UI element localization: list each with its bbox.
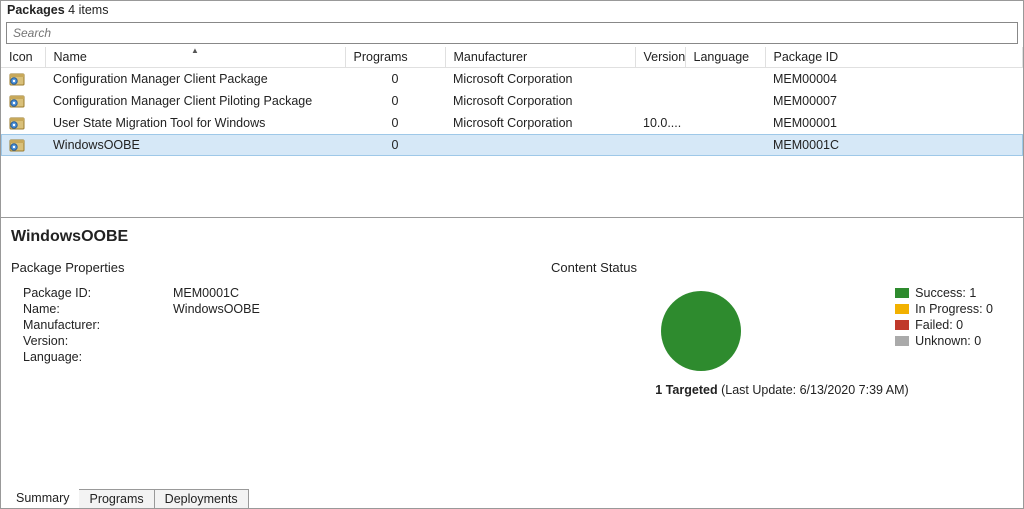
prop-name-value: WindowsOOBE — [173, 302, 260, 316]
targeted-update: (Last Update: 6/13/2020 7:39 AM) — [721, 383, 909, 397]
sort-asc-icon: ▲ — [191, 47, 199, 55]
targeted-count: 1 Targeted — [655, 383, 717, 397]
table-row[interactable]: WindowsOOBE0 MEM0001C — [1, 134, 1023, 156]
cell-name: User State Migration Tool for Windows — [45, 112, 345, 134]
swatch-failed-icon — [895, 320, 909, 330]
cell-version — [635, 90, 685, 112]
swatch-success-icon — [895, 288, 909, 298]
cell-version: 10.0.... — [635, 112, 685, 134]
cell-name: WindowsOOBE — [45, 134, 345, 156]
col-version[interactable]: Version — [635, 47, 685, 68]
cell-version — [635, 134, 685, 156]
col-package-id[interactable]: Package ID — [765, 47, 1023, 68]
cell-language — [685, 90, 765, 112]
list-header: Packages 4 items — [1, 1, 1023, 19]
package-icon — [9, 71, 25, 85]
col-language[interactable]: Language — [685, 47, 765, 68]
prop-package-id-label: Package ID: — [23, 286, 173, 300]
col-icon[interactable]: Icon — [1, 47, 45, 68]
tab-summary[interactable]: Summary — [6, 488, 79, 508]
content-status-pie-chart — [661, 291, 741, 371]
cell-name: Configuration Manager Client Package — [45, 68, 345, 91]
table-row[interactable]: User State Migration Tool for Windows0Mi… — [1, 112, 1023, 134]
prop-language-label: Language: — [23, 350, 173, 364]
cell-programs: 0 — [345, 112, 445, 134]
legend-unknown: Unknown: 0 — [915, 334, 981, 348]
cell-programs: 0 — [345, 90, 445, 112]
prop-manufacturer-label: Manufacturer: — [23, 318, 173, 332]
cell-package-id: MEM00001 — [765, 112, 1023, 134]
list-count: 4 items — [68, 3, 108, 17]
cell-manufacturer: Microsoft Corporation — [445, 112, 635, 134]
prop-name-label: Name: — [23, 302, 173, 316]
cell-manufacturer — [445, 134, 635, 156]
package-icon — [9, 137, 25, 151]
cell-name: Configuration Manager Client Piloting Pa… — [45, 90, 345, 112]
table-row[interactable]: Configuration Manager Client Piloting Pa… — [1, 90, 1023, 112]
tab-deployments[interactable]: Deployments — [154, 489, 249, 508]
legend-success: Success: 1 — [915, 286, 976, 300]
cell-manufacturer: Microsoft Corporation — [445, 90, 635, 112]
col-name-label: Name — [54, 50, 87, 64]
swatch-unknown-icon — [895, 336, 909, 346]
swatch-progress-icon — [895, 304, 909, 314]
prop-version-label: Version: — [23, 334, 173, 348]
cell-version — [635, 68, 685, 91]
list-title: Packages — [7, 3, 65, 17]
package-icon — [9, 93, 25, 107]
legend-inprogress: In Progress: 0 — [915, 302, 993, 316]
col-programs[interactable]: Programs — [345, 47, 445, 68]
cell-language — [685, 112, 765, 134]
col-manufacturer[interactable]: Manufacturer — [445, 47, 635, 68]
content-status-heading: Content Status — [551, 260, 1013, 275]
content-status-legend: Success: 1 In Progress: 0 Failed: 0 Unkn… — [895, 285, 993, 349]
cell-package-id: MEM00004 — [765, 68, 1023, 91]
package-icon — [9, 115, 25, 129]
tab-programs[interactable]: Programs — [78, 489, 154, 508]
table-row[interactable]: Configuration Manager Client Package0Mic… — [1, 68, 1023, 91]
search-input[interactable] — [6, 22, 1018, 44]
packages-table: Icon ▲ Name Programs Manufacturer Versio… — [1, 47, 1023, 156]
cell-programs: 0 — [345, 68, 445, 91]
cell-language — [685, 68, 765, 91]
cell-programs: 0 — [345, 134, 445, 156]
prop-package-id-value: MEM0001C — [173, 286, 239, 300]
detail-title: WindowsOOBE — [11, 228, 1013, 246]
legend-failed: Failed: 0 — [915, 318, 963, 332]
package-properties-heading: Package Properties — [11, 260, 551, 275]
cell-language — [685, 134, 765, 156]
cell-manufacturer: Microsoft Corporation — [445, 68, 635, 91]
cell-package-id: MEM0001C — [765, 134, 1023, 156]
targeted-summary: 1 Targeted (Last Update: 6/13/2020 7:39 … — [551, 383, 1013, 397]
detail-pane: WindowsOOBE Package Properties Package I… — [1, 217, 1023, 397]
cell-package-id: MEM00007 — [765, 90, 1023, 112]
col-name[interactable]: ▲ Name — [45, 47, 345, 68]
